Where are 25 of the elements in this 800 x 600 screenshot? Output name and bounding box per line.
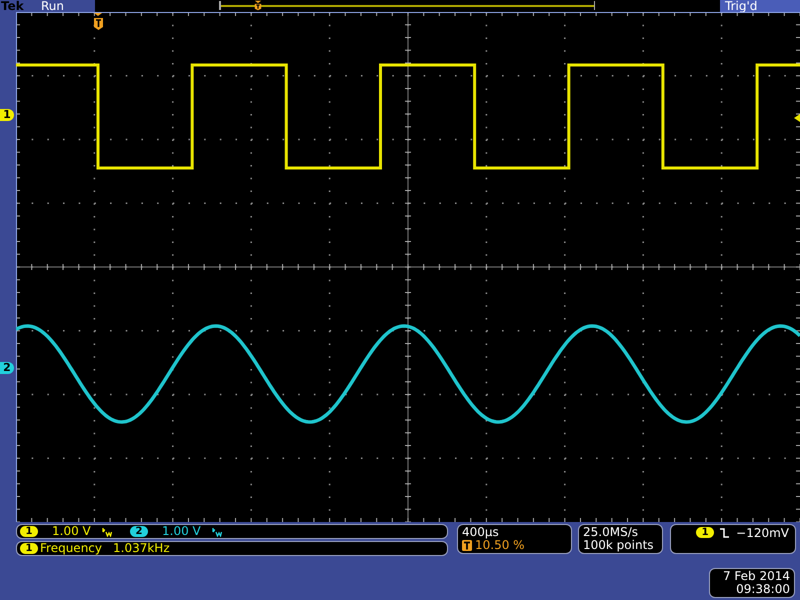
bandwidth-limit-icon — [102, 526, 112, 536]
falling-edge-icon — [720, 527, 730, 539]
vertical-scale: 1.00 V — [52, 525, 92, 538]
acquisition-status: Run — [41, 0, 66, 12]
measurement-value: 1.037kHz — [113, 542, 170, 555]
channel-badge[interactable]: 1 — [696, 527, 714, 538]
vertical-scale: 1.00 V — [162, 525, 202, 538]
date-label: 7 Feb 2014 — [722, 570, 790, 583]
trigger-level-icon — [794, 114, 800, 122]
sample-rate: 25.0MS/s — [583, 526, 639, 539]
trigger-position-icon — [462, 540, 472, 551]
time-label: 09:38:00 — [735, 583, 790, 596]
channel-badge[interactable]: 2 — [130, 526, 148, 537]
trigger-threshold: −120mV — [736, 527, 789, 540]
bandwidth-limit-icon — [212, 526, 222, 536]
channel-marker[interactable]: 1 — [0, 109, 14, 121]
brand-label: Tek — [0, 0, 25, 12]
trigger-position: 10.50 % — [475, 539, 525, 552]
measurement-name: Frequency — [40, 542, 103, 555]
time-scale: 400µs — [462, 526, 500, 539]
channel-badge[interactable]: 1 — [20, 526, 38, 537]
record-length: 100k points — [583, 539, 655, 552]
channel-marker[interactable]: 2 — [0, 362, 14, 374]
channel-badge[interactable]: 1 — [20, 543, 38, 554]
trigger-status: Trig'd — [720, 0, 800, 12]
